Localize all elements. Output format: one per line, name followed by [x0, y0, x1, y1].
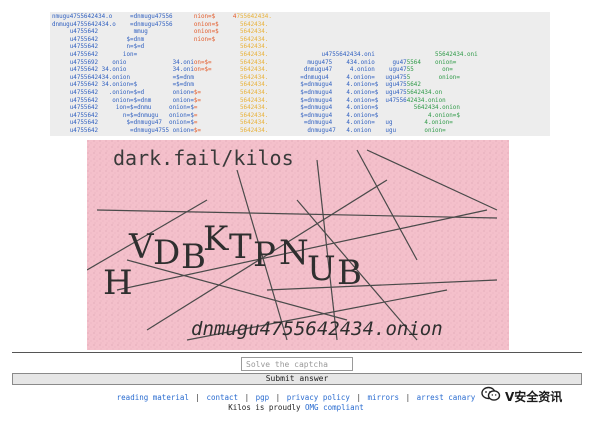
- ascii-line: u4755642 ion= 5642434. u4755642434.oni 5…: [52, 51, 478, 58]
- ascii-line: u4755642 .onion=$=d onion=$= 5642434. $=…: [52, 89, 443, 96]
- link-arrest-canary[interactable]: arrest canary: [417, 393, 476, 402]
- ascii-art: nmugu4755642434.o =dnmugu47556 nion=$ 47…: [50, 12, 550, 136]
- ascii-line: nmugu4755642434.o =dnmugu47556 nion=$ 47…: [52, 14, 272, 20]
- submit-answer-button[interactable]: Submit answer: [12, 373, 582, 385]
- page: nmugu4755642434.o =dnmugu47556 nion=$ 47…: [0, 0, 592, 422]
- watermark: V安全资讯: [481, 386, 562, 406]
- link-separator: |: [405, 393, 411, 402]
- ascii-line: u4755642 34.onio 34.onion=$= 5642434. dn…: [52, 67, 453, 74]
- captcha-char: T: [229, 227, 252, 267]
- link-privacy-policy[interactable]: privacy policy: [287, 393, 350, 402]
- link-pgp[interactable]: pgp: [256, 393, 270, 402]
- captcha-char: K: [203, 219, 229, 259]
- ascii-banner: nmugu4755642434.o =dnmugu47556 nion=$ 47…: [50, 12, 550, 136]
- link-separator: |: [195, 393, 200, 402]
- captcha-char: N: [279, 233, 309, 273]
- captcha-char: B: [337, 253, 362, 293]
- link-separator: |: [356, 393, 361, 402]
- captcha-bottom-text: dnmugu4755642434.onion: [191, 318, 443, 340]
- link-reading-material[interactable]: reading material: [117, 393, 189, 402]
- captcha-answer-input[interactable]: [241, 357, 353, 371]
- form-divider: [12, 352, 582, 353]
- tagline-text: Kilos is proudly: [228, 403, 301, 412]
- captcha-char: U: [307, 249, 336, 289]
- ascii-line: u4755642434.onion =$=dnm 5642434. =dnmug…: [52, 74, 460, 81]
- ascii-line: u4755642 $=dnmugu47 onion=$= 5642434. =d…: [52, 120, 453, 127]
- wechat-icon: [481, 386, 501, 406]
- ascii-line: u4755642 n=$=dnmugu onion=$= 5642434. $=…: [52, 112, 460, 119]
- captcha-image: dark.fail/kilos H V D B K T P N U B dnmu…: [87, 140, 509, 350]
- ascii-line: u4755642 $=dnm nion=$ 5642434.: [52, 36, 269, 43]
- ascii-line: u4755642 onion=$=dnm onion=$= 5642434. $…: [52, 97, 446, 104]
- link-separator: |: [275, 393, 281, 402]
- ascii-line: u4755642 34.onion=$ =$=dnm 5642434. $=dn…: [52, 82, 421, 89]
- ascii-line: u4755642 n=$=d 5642434.: [52, 44, 269, 51]
- ascii-line: dnmugu4755642434.o =dnmugu47556 onion=$ …: [52, 21, 269, 28]
- captcha-canvas: dark.fail/kilos H V D B K T P N U B dnmu…: [87, 140, 509, 350]
- link-contact[interactable]: contact: [206, 393, 238, 402]
- link-omg-compliant[interactable]: OMG compliant: [305, 403, 364, 412]
- captcha-char: H: [103, 263, 133, 303]
- ascii-line: nmugu4755642434.o dnmugu4755642434.onion…: [52, 136, 550, 137]
- link-mirrors[interactable]: mirrors: [367, 393, 399, 402]
- captcha-char: V: [128, 227, 155, 267]
- ascii-line: u4755692 onio 34.onion=$= 5642434. mugu4…: [52, 59, 457, 66]
- watermark-text: V安全资讯: [505, 389, 563, 404]
- captcha-char: D: [153, 233, 180, 273]
- captcha-char: P: [253, 235, 276, 275]
- ascii-line: u4755642 ion=$=dnmu onion=$= 5642434. $=…: [52, 105, 460, 112]
- ascii-line: u4755642 mmug onion=$ 5642434.: [52, 29, 269, 36]
- captcha-top-text: dark.fail/kilos: [113, 146, 294, 170]
- ascii-line: u4755642 =dnmugu4755 onion=$= 5642434. d…: [52, 127, 446, 134]
- link-separator: |: [244, 393, 250, 402]
